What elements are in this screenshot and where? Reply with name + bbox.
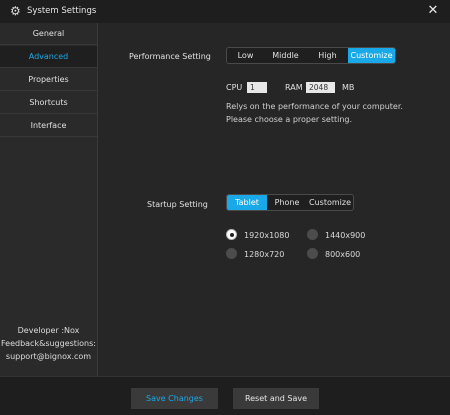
window-title: System Settings bbox=[27, 6, 97, 16]
reset-and-save-button[interactable]: Reset and Save bbox=[233, 388, 319, 409]
startup-customize-option[interactable]: Customize bbox=[307, 195, 353, 210]
save-changes-button[interactable]: Save Changes bbox=[131, 388, 218, 409]
startup-setting-label: Startup Setting bbox=[147, 200, 208, 209]
resolution-1440x900-label: 1440x900 bbox=[325, 231, 366, 240]
cpu-label: CPU bbox=[226, 83, 243, 92]
performance-middle-option[interactable]: Middle bbox=[264, 48, 307, 63]
resolution-1920x1080-label: 1920x1080 bbox=[244, 231, 290, 240]
close-icon[interactable]: ✕ bbox=[426, 3, 440, 19]
sidebar-item-general[interactable]: General bbox=[0, 23, 97, 45]
gear-icon: ⚙ bbox=[10, 4, 21, 18]
resolution-800x600-label: 800x600 bbox=[325, 250, 361, 259]
settings-panel: Performance Setting Low Middle High Cust… bbox=[98, 23, 450, 376]
performance-low-option[interactable]: Low bbox=[227, 48, 264, 63]
resolution-1920x1080-radio[interactable] bbox=[226, 229, 237, 240]
cpu-input[interactable]: 1 bbox=[247, 82, 267, 93]
startup-tablet-option[interactable]: Tablet bbox=[227, 195, 267, 210]
support-email[interactable]: support@bignox.com bbox=[0, 352, 97, 361]
resolution-1280x720-radio[interactable] bbox=[226, 248, 237, 259]
title-bar: ⚙ System Settings ✕ bbox=[0, 0, 450, 23]
ram-unit: MB bbox=[342, 83, 355, 92]
performance-segmented-control: Low Middle High Customize bbox=[226, 47, 396, 64]
performance-customize-option[interactable]: Customize bbox=[348, 48, 395, 63]
sidebar-item-properties[interactable]: Properties bbox=[0, 69, 97, 91]
ram-input[interactable]: 2048 bbox=[306, 82, 335, 93]
sidebar-item-advanced[interactable]: Advanced bbox=[0, 46, 97, 68]
resolution-1280x720-label: 1280x720 bbox=[244, 250, 285, 259]
startup-segmented-control: Tablet Phone Customize bbox=[226, 194, 354, 211]
performance-note-line2: Please choose a proper setting. bbox=[226, 115, 353, 124]
resolution-800x600-radio[interactable] bbox=[307, 248, 318, 259]
performance-high-option[interactable]: High bbox=[307, 48, 348, 63]
ram-label: RAM bbox=[285, 83, 303, 92]
sidebar-item-interface[interactable]: Interface bbox=[0, 115, 97, 137]
sidebar: General Advanced Properties Shortcuts In… bbox=[0, 23, 98, 376]
footer-bar: Save Changes Reset and Save bbox=[0, 376, 450, 415]
sidebar-item-shortcuts[interactable]: Shortcuts bbox=[0, 92, 97, 114]
resolution-1440x900-radio[interactable] bbox=[307, 229, 318, 240]
performance-setting-label: Performance Setting bbox=[129, 52, 211, 61]
startup-phone-option[interactable]: Phone bbox=[267, 195, 307, 210]
feedback-label: Feedback&suggestions: bbox=[0, 339, 96, 348]
performance-note-line1: Relys on the performance of your compute… bbox=[226, 102, 403, 111]
developer-label: Developer :Nox bbox=[17, 326, 80, 335]
